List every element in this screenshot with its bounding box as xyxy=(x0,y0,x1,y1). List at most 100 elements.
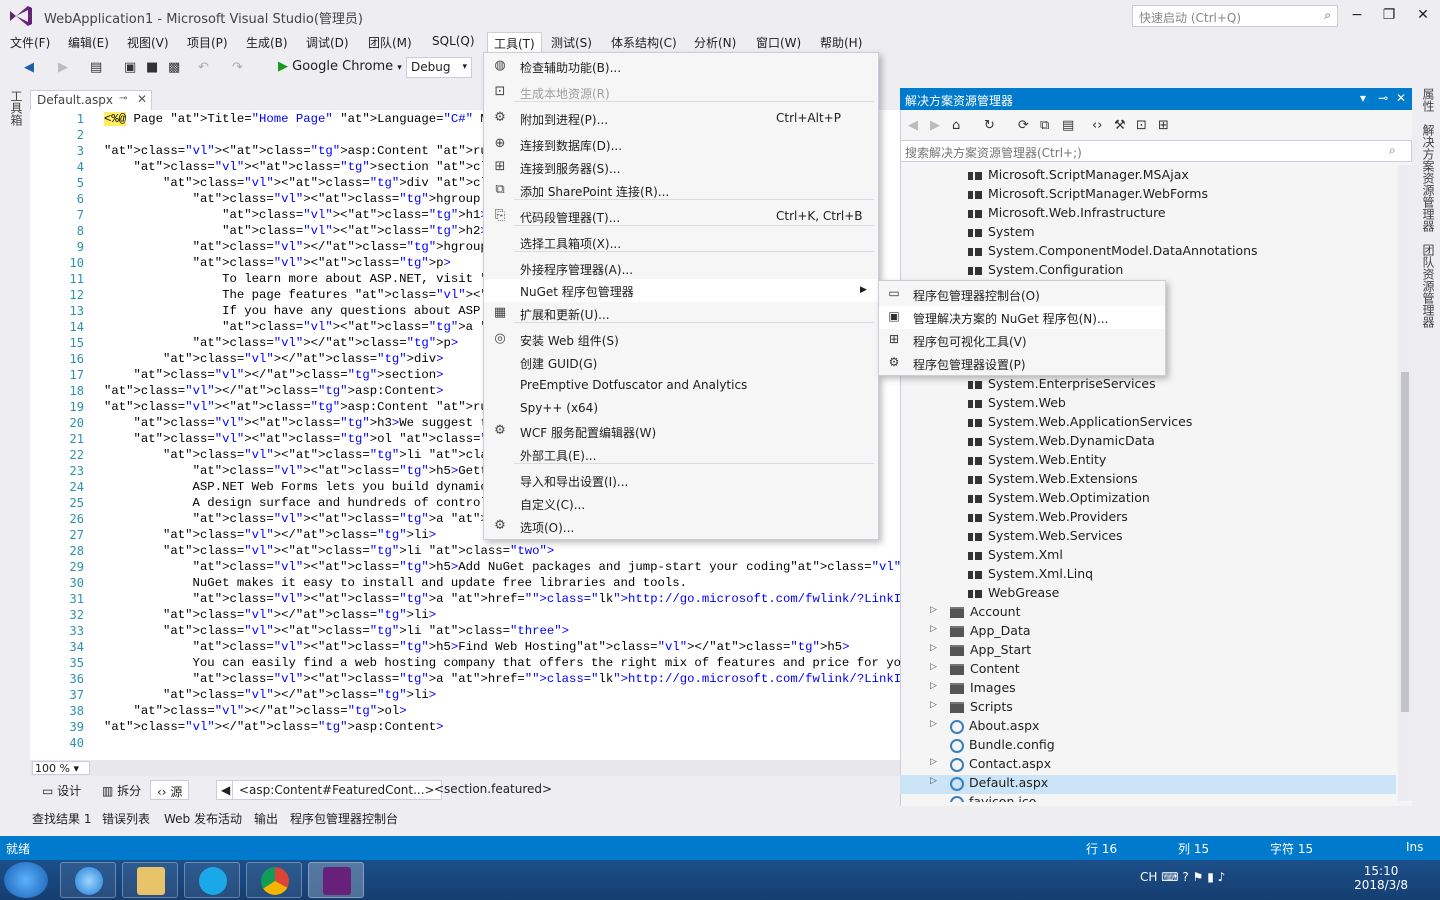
close-button[interactable]: ✕ xyxy=(1408,4,1438,26)
home-icon[interactable]: ⌂ xyxy=(952,118,960,133)
config-select[interactable]: Debug ▾ xyxy=(406,57,472,78)
reference-item[interactable]: System.Web xyxy=(968,395,1066,414)
maximize-button[interactable]: ❐ xyxy=(1374,4,1404,26)
collapse-icon[interactable]: ⧉ xyxy=(1040,118,1049,133)
source-view-button[interactable]: ‹› 源 xyxy=(150,780,190,800)
file-item[interactable]: ▷favicon.ico xyxy=(950,794,1036,802)
tools-menu-item-0[interactable]: ◍ 检查辅助功能(B)... xyxy=(484,55,878,78)
refresh-icon[interactable]: ⟳ xyxy=(1018,118,1029,133)
design-view-button[interactable]: ▭ 设计 xyxy=(36,780,87,800)
tools-menu-item-4[interactable]: ⊞ 连接到服务器(S)... xyxy=(484,156,878,179)
reference-item[interactable]: System.ComponentModel.DataAnnotations xyxy=(968,243,1258,262)
menu-2[interactable]: 视图(V) xyxy=(127,34,169,51)
menu-5[interactable]: 调试(D) xyxy=(306,34,349,51)
reference-item[interactable]: System.Xml xyxy=(968,547,1063,566)
new-project-icon[interactable]: ▤ xyxy=(90,60,102,75)
menu-6[interactable]: 团队(M) xyxy=(368,34,412,51)
file-item[interactable]: ▷ Contact.aspx xyxy=(930,756,1051,775)
show-files-icon[interactable]: ▤ xyxy=(1062,118,1074,133)
clock[interactable]: 15:10 2018/3/8 xyxy=(1354,864,1408,892)
reference-item[interactable]: System.Web.Extensions xyxy=(968,471,1138,490)
menu-11[interactable]: 分析(N) xyxy=(694,34,736,51)
folder-item[interactable]: ▷ App_Data xyxy=(930,623,1031,642)
bottom-tab-2[interactable]: Web 发布活动 xyxy=(164,810,242,827)
nuget-menu-item-2[interactable]: ⊞ 程序包可视化工具(V) xyxy=(879,329,1165,352)
close-tab-icon[interactable]: ✕ xyxy=(137,92,147,106)
folder-item[interactable]: ▷ Account xyxy=(930,604,1020,623)
redo-icon[interactable]: ↷ xyxy=(232,60,243,75)
right-tab-1[interactable]: 解决方案资源管理器 xyxy=(1420,124,1437,232)
tools-menu-item-16[interactable]: 外部工具(E)... xyxy=(484,443,878,466)
bottom-tab-3[interactable]: 输出 xyxy=(254,810,278,827)
quick-launch-input[interactable]: 快速启动 (Ctrl+Q) ⌕ xyxy=(1132,5,1338,27)
reference-item[interactable]: System.Web.Providers xyxy=(968,509,1128,528)
bottom-tab-0[interactable]: 查找结果 1 xyxy=(32,810,91,827)
taskbar-explorer[interactable] xyxy=(122,862,178,898)
nuget-menu-item-3[interactable]: ⚙ 程序包管理器设置(P) xyxy=(879,352,1165,375)
right-tab-0[interactable]: 属性 xyxy=(1420,88,1437,112)
reference-item[interactable]: Microsoft.ScriptManager.WebForms xyxy=(968,186,1208,205)
preview-icon[interactable]: ⊡ xyxy=(1136,118,1147,133)
run-button[interactable]: ▶ Google Chrome ▾ xyxy=(278,59,402,74)
menu-1[interactable]: 编辑(E) xyxy=(68,34,109,51)
taskbar-visual-studio[interactable] xyxy=(308,862,364,898)
forward-icon[interactable]: ▶ xyxy=(58,60,68,75)
volume-icon[interactable]: ♪ xyxy=(1218,870,1226,884)
reference-item[interactable]: System.Web.DynamicData xyxy=(968,433,1155,452)
tools-menu-item-12[interactable]: 创建 GUID(G) xyxy=(484,351,878,374)
tools-menu-item-8[interactable]: 外接程序管理器(A)... xyxy=(484,257,878,280)
help-icon[interactable]: ? xyxy=(1182,870,1188,884)
reference-item[interactable]: System.Web.Services xyxy=(968,528,1123,547)
reference-item[interactable]: System.EnterpriseServices xyxy=(968,376,1156,395)
file-item[interactable]: ▷ Default.aspx xyxy=(900,775,1396,794)
toolbox-tab[interactable]: 工具箱 xyxy=(0,86,28,826)
taskbar-ie[interactable] xyxy=(60,862,116,898)
scrollbar-thumb[interactable] xyxy=(1401,372,1409,712)
menu-3[interactable]: 项目(P) xyxy=(187,34,228,51)
document-tab[interactable]: Default.aspx ⊸ ✕ xyxy=(30,90,152,110)
reference-item[interactable]: System xyxy=(968,224,1035,243)
tools-menu-item-17[interactable]: 导入和导出设置(I)... xyxy=(484,469,878,492)
tools-menu-item-9[interactable]: NuGet 程序包管理器 ▶ xyxy=(484,279,878,302)
reference-item[interactable]: System.Xml.Linq xyxy=(968,566,1093,585)
minimize-button[interactable]: − xyxy=(1342,4,1372,26)
tools-menu-item-19[interactable]: ⚙ 选项(O)... xyxy=(484,515,878,538)
start-button[interactable] xyxy=(4,862,48,898)
dropdown-icon[interactable]: ▾ xyxy=(1360,91,1366,105)
file-item[interactable]: ▷ About.aspx xyxy=(930,718,1039,737)
pin-icon[interactable]: ⊸ xyxy=(119,93,127,104)
breadcrumb-tag-1[interactable]: <asp:Content#FeaturedCont...> xyxy=(232,780,442,800)
open-file-icon[interactable]: ▣ xyxy=(124,60,136,75)
folder-item[interactable]: ▷ Images xyxy=(930,680,1016,699)
menu-4[interactable]: 生成(B) xyxy=(246,34,288,51)
bottom-tab-4[interactable]: 程序包管理器控制台 xyxy=(290,810,398,827)
tools-menu-item-6[interactable]: ⎘ 代码段管理器(T)... Ctrl+K, Ctrl+B xyxy=(484,205,878,228)
menu-12[interactable]: 窗口(W) xyxy=(756,34,801,51)
menu-8[interactable]: 工具(T) xyxy=(487,32,542,54)
back-icon[interactable]: ◀ xyxy=(24,60,34,75)
reference-item[interactable]: WebGrease xyxy=(968,585,1059,604)
nuget-menu-item-1[interactable]: ▣ 管理解决方案的 NuGet 程序包(N)... xyxy=(879,306,1165,329)
tools-menu-item-3[interactable]: ⊕ 连接到数据库(D)... xyxy=(484,133,878,156)
tools-menu-item-10[interactable]: ▦ 扩展和更新(U)... xyxy=(484,302,878,325)
network-icon[interactable]: ▮ xyxy=(1207,870,1214,884)
taskbar-chrome[interactable] xyxy=(246,862,302,898)
reference-item[interactable]: System.Web.ApplicationServices xyxy=(968,414,1192,433)
language-indicator[interactable]: CH xyxy=(1140,870,1157,884)
flag-icon[interactable]: ⚑ xyxy=(1193,870,1204,884)
tools-menu-item-14[interactable]: Spy++ (x64) xyxy=(484,397,878,420)
tools-menu-item-2[interactable]: ⚙ 附加到进程(P)... Ctrl+Alt+P xyxy=(484,107,878,130)
folder-item[interactable]: ▷ Scripts xyxy=(930,699,1013,718)
reference-item[interactable]: System.Web.Optimization xyxy=(968,490,1150,509)
horizontal-scrollbar[interactable] xyxy=(30,760,900,776)
forward-icon[interactable]: ▶ xyxy=(930,118,940,133)
tools-menu-item-11[interactable]: ◎ 安装 Web 组件(S) xyxy=(484,328,878,351)
tools-menu-item-18[interactable]: 自定义(C)... xyxy=(484,492,878,515)
zoom-select[interactable]: 100 % ▾ xyxy=(32,761,90,775)
tools-menu-item-5[interactable]: ⧉ 添加 SharePoint 连接(R)... xyxy=(484,179,878,202)
tools-menu-item-7[interactable]: 选择工具箱项(X)... xyxy=(484,231,878,254)
tools-menu-item-13[interactable]: PreEmptive Dotfuscator and Analytics xyxy=(484,374,878,397)
properties-icon[interactable]: ⚒ xyxy=(1114,118,1126,133)
menu-7[interactable]: SQL(Q) xyxy=(432,34,475,48)
menu-13[interactable]: 帮助(H) xyxy=(820,34,862,51)
